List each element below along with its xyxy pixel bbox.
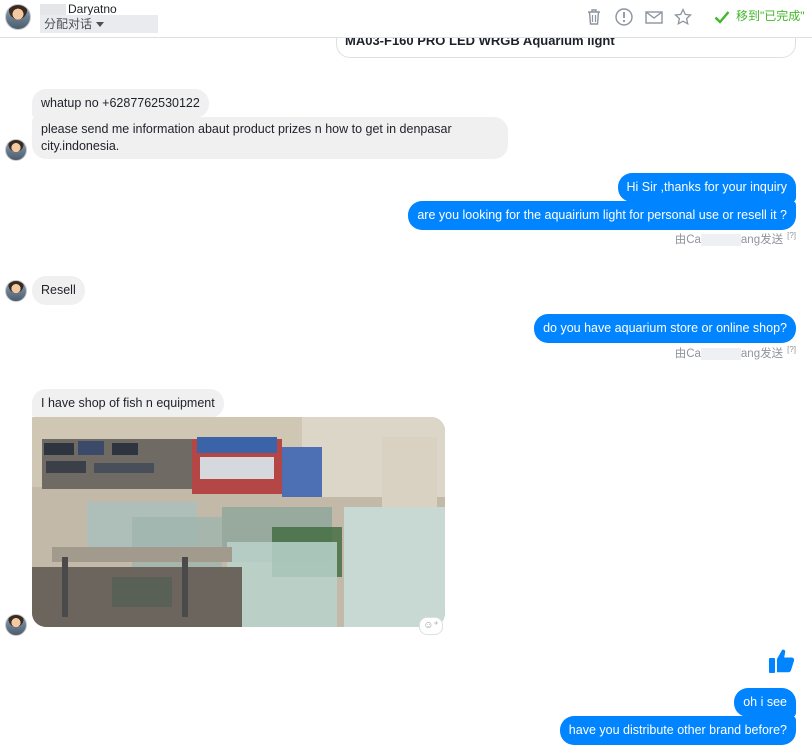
checkmark-icon: [714, 11, 730, 24]
incoming-message[interactable]: whatup no +6287762530122: [32, 89, 209, 118]
contact-avatar[interactable]: [5, 614, 27, 636]
contact-avatar[interactable]: [5, 280, 27, 302]
help-icon[interactable]: [?]: [787, 345, 796, 354]
contact-avatar[interactable]: [5, 139, 27, 161]
caret-down-icon: [96, 22, 105, 28]
outgoing-message[interactable]: oh i see: [734, 688, 796, 717]
outgoing-message[interactable]: do you have aquarium store or online sho…: [534, 314, 796, 343]
star-icon[interactable]: [673, 7, 693, 27]
contact-name[interactable]: Daryatno: [40, 2, 117, 16]
contact-avatar[interactable]: [5, 4, 31, 30]
help-icon[interactable]: [?]: [787, 231, 796, 240]
redacted-block: [700, 347, 741, 360]
alert-icon[interactable]: [614, 7, 634, 27]
trash-icon[interactable]: [584, 7, 604, 27]
shop-photo-image: [32, 417, 445, 627]
redacted-block: [700, 233, 741, 246]
assign-conversation-dropdown[interactable]: 分配对话: [40, 15, 158, 33]
incoming-message[interactable]: I have shop of fish n equipment: [32, 389, 224, 418]
shop-photo[interactable]: [32, 417, 445, 627]
outgoing-message[interactable]: Hi Sir ,thanks for your inquiry: [617, 173, 796, 202]
incoming-message[interactable]: Resell: [32, 276, 85, 305]
move-to-done-button[interactable]: 移到"已完成": [714, 6, 805, 26]
sent-by-label: 由Ca ang发送 [?]: [674, 231, 796, 246]
reaction-icon[interactable]: ☺⁺: [419, 617, 443, 635]
outgoing-message[interactable]: are you looking for the aquairium light …: [408, 201, 796, 230]
sent-by-label: 由Ca ang发送 [?]: [674, 345, 796, 360]
thumbs-up-icon[interactable]: [767, 646, 797, 676]
conversation-header: Daryatno 分配对话 移到"已完成": [0, 0, 812, 38]
incoming-message[interactable]: please send me information abaut product…: [32, 117, 508, 159]
mail-icon[interactable]: [644, 7, 664, 27]
outgoing-message[interactable]: have you distribute other brand before?: [559, 716, 796, 745]
